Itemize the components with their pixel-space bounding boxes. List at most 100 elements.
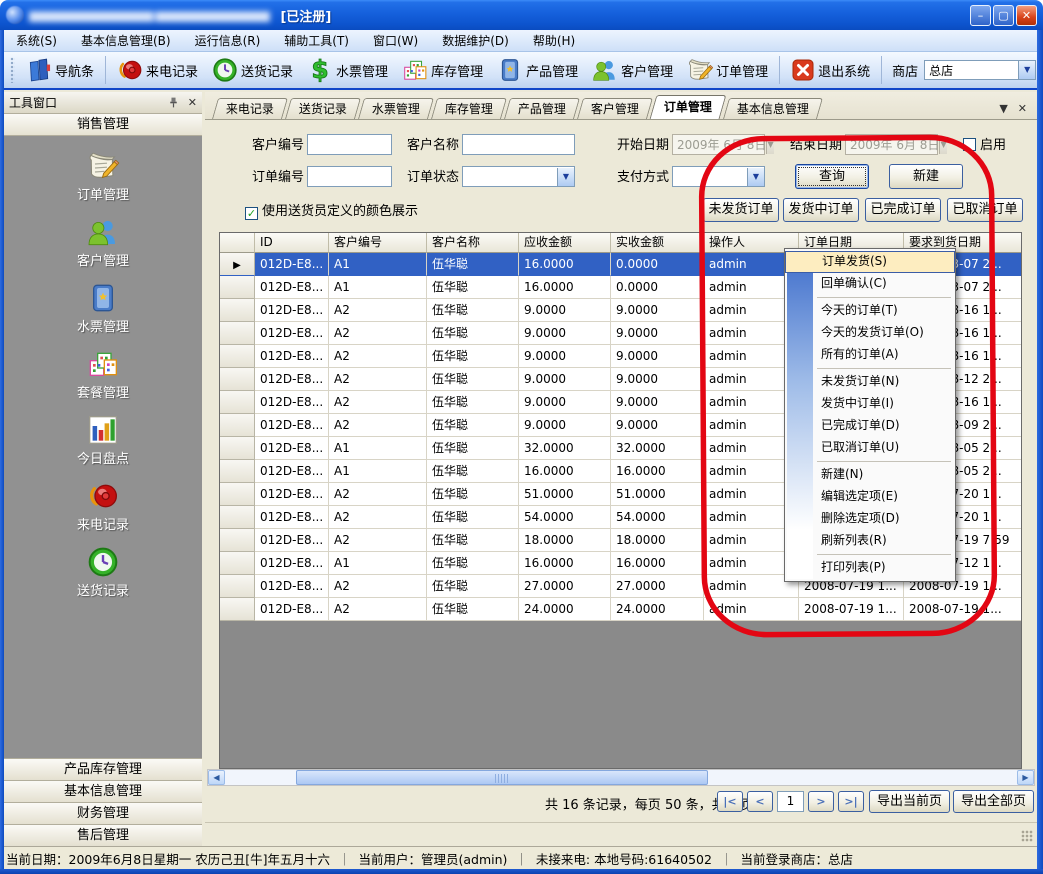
last-page-button[interactable]: >|: [838, 791, 864, 812]
toolbar-customer-button[interactable]: 客户管理: [585, 55, 680, 85]
context-menu-item[interactable]: 新建(N): [785, 464, 955, 486]
sidebar-item-customer[interactable]: 客户管理: [4, 216, 202, 269]
start-date-picker[interactable]: 2009年 6月 8日 ▼: [672, 134, 765, 155]
toolbar-water-ticket-button[interactable]: 水票管理: [300, 55, 395, 85]
order-code-input[interactable]: [307, 166, 392, 187]
document-tab[interactable]: 产品管理: [504, 98, 580, 119]
context-menu-item[interactable]: 编辑选定项(E): [785, 486, 955, 508]
order-status-filter-button[interactable]: 已完成订单: [865, 198, 941, 222]
context-menu-item[interactable]: 订单发货(S): [785, 251, 955, 273]
row-selector[interactable]: ▶: [220, 299, 255, 322]
menu-item[interactable]: 窗口(W): [361, 30, 430, 51]
row-selector[interactable]: ▶: [220, 414, 255, 437]
row-selector[interactable]: ▶: [220, 253, 255, 276]
column-header[interactable]: 客户名称: [427, 233, 519, 253]
context-menu-item[interactable]: 回单确认(C): [785, 273, 955, 295]
document-tab[interactable]: 订单管理: [650, 95, 727, 119]
document-tab[interactable]: 库存管理: [431, 98, 507, 119]
export-all-pages-button[interactable]: 导出全部页: [953, 790, 1034, 813]
toolbar-call-log-button[interactable]: 来电记录: [110, 55, 205, 85]
context-menu-item[interactable]: 刷新列表(R): [785, 530, 955, 552]
toolbar-order-button[interactable]: 订单管理: [680, 55, 775, 85]
menu-item[interactable]: 帮助(H): [521, 30, 587, 51]
customer-code-input[interactable]: [307, 134, 392, 155]
row-selector[interactable]: ▶: [220, 322, 255, 345]
row-selector[interactable]: ▶: [220, 506, 255, 529]
row-selector[interactable]: ▶: [220, 391, 255, 414]
context-menu-item[interactable]: 未发货订单(N): [785, 371, 955, 393]
column-header[interactable]: ID: [255, 233, 329, 253]
row-selector[interactable]: ▶: [220, 460, 255, 483]
context-menu-item[interactable]: 发货中订单(I): [785, 393, 955, 415]
toolbar-inventory-button[interactable]: 库存管理: [395, 55, 490, 85]
context-menu-item[interactable]: 已取消订单(U): [785, 437, 955, 459]
context-menu-item[interactable]: 打印列表(P): [785, 557, 955, 579]
order-status-select[interactable]: ▼: [462, 166, 575, 187]
column-header[interactable]: [220, 233, 255, 253]
chevron-down-icon[interactable]: ▼: [747, 168, 764, 186]
close-button[interactable]: ✕: [1016, 5, 1037, 26]
row-selector[interactable]: ▶: [220, 368, 255, 391]
checkbox-icon[interactable]: [963, 138, 976, 151]
order-status-filter-button[interactable]: 已取消订单: [947, 198, 1023, 222]
row-selector[interactable]: ▶: [220, 575, 255, 598]
menu-item[interactable]: 系统(S): [4, 30, 69, 51]
chevron-down-icon[interactable]: ▼: [557, 168, 574, 186]
column-header[interactable]: 客户编号: [329, 233, 427, 253]
chevron-down-icon[interactable]: ▼: [1018, 61, 1035, 79]
row-selector[interactable]: ▶: [220, 552, 255, 575]
row-selector[interactable]: ▶: [220, 437, 255, 460]
toolbar-grip[interactable]: [10, 57, 15, 83]
customer-name-input[interactable]: [462, 134, 575, 155]
scrollbar-thumb[interactable]: [296, 770, 708, 785]
next-page-button[interactable]: >: [808, 791, 834, 812]
document-tab[interactable]: 送货记录: [285, 98, 361, 119]
prev-page-button[interactable]: <: [747, 791, 773, 812]
pin-icon[interactable]: [167, 96, 180, 109]
sidebar-item-combo[interactable]: 套餐管理: [4, 348, 202, 401]
scroll-left-icon[interactable]: ◀: [208, 770, 225, 785]
row-selector[interactable]: ▶: [220, 483, 255, 506]
column-header[interactable]: 应收金额: [519, 233, 611, 253]
context-menu-item[interactable]: 删除选定项(D): [785, 508, 955, 530]
export-current-page-button[interactable]: 导出当前页: [869, 790, 950, 813]
menu-item[interactable]: 数据维护(D): [430, 30, 521, 51]
context-menu-item[interactable]: 今天的订单(T): [785, 300, 955, 322]
tab-close-icon[interactable]: ✕: [1018, 102, 1027, 115]
maximize-button[interactable]: ▢: [993, 5, 1014, 26]
checkbox-checked-icon[interactable]: ✓: [245, 207, 258, 220]
close-icon[interactable]: ✕: [188, 96, 197, 109]
enable-checkbox[interactable]: 启用: [963, 135, 1006, 156]
context-menu-item[interactable]: 已完成订单(D): [785, 415, 955, 437]
sidebar-item-daily-check[interactable]: 今日盘点: [4, 414, 202, 467]
document-tab[interactable]: 来电记录: [212, 98, 288, 119]
new-button[interactable]: 新建: [889, 164, 963, 189]
menu-item[interactable]: 基本信息管理(B): [69, 30, 183, 51]
context-menu-item[interactable]: 今天的发货订单(O): [785, 322, 955, 344]
document-tab[interactable]: 基本信息管理: [723, 98, 823, 119]
menu-item[interactable]: 辅助工具(T): [272, 30, 361, 51]
toolbar-product-button[interactable]: 产品管理: [490, 55, 585, 85]
row-selector[interactable]: ▶: [220, 529, 255, 552]
horizontal-scrollbar[interactable]: ◀ ▶: [207, 769, 1035, 786]
sidebar-category-button[interactable]: 基本信息管理: [4, 780, 202, 802]
minimize-button[interactable]: –: [970, 5, 991, 26]
sidebar-section-sales[interactable]: 销售管理: [4, 114, 202, 136]
order-status-filter-button[interactable]: 发货中订单: [783, 198, 859, 222]
first-page-button[interactable]: |<: [717, 791, 743, 812]
end-date-picker[interactable]: 2009年 6月 8日 ▼: [845, 134, 938, 155]
color-display-checkbox[interactable]: ✓使用送货员定义的颜色展示: [245, 201, 418, 222]
toolbar-delivery-log-button[interactable]: 送货记录: [205, 55, 300, 85]
row-selector[interactable]: ▶: [220, 598, 255, 621]
toolbar-exit-button[interactable]: 退出系统: [784, 56, 877, 84]
table-row[interactable]: ▶ 012D-E8... A2 伍华聪 24.0000 24.0000 admi…: [220, 598, 1021, 621]
row-selector[interactable]: ▶: [220, 345, 255, 368]
page-number-input[interactable]: 1: [777, 791, 804, 812]
column-header[interactable]: 实收金额: [611, 233, 704, 253]
pay-method-select[interactable]: ▼: [672, 166, 765, 187]
sidebar-item-call-log[interactable]: 来电记录: [4, 480, 202, 533]
sidebar-item-water-ticket[interactable]: 水票管理: [4, 282, 202, 335]
resize-grip[interactable]: [1021, 830, 1033, 842]
scroll-right-icon[interactable]: ▶: [1017, 770, 1034, 785]
query-button[interactable]: 查询: [795, 164, 869, 189]
